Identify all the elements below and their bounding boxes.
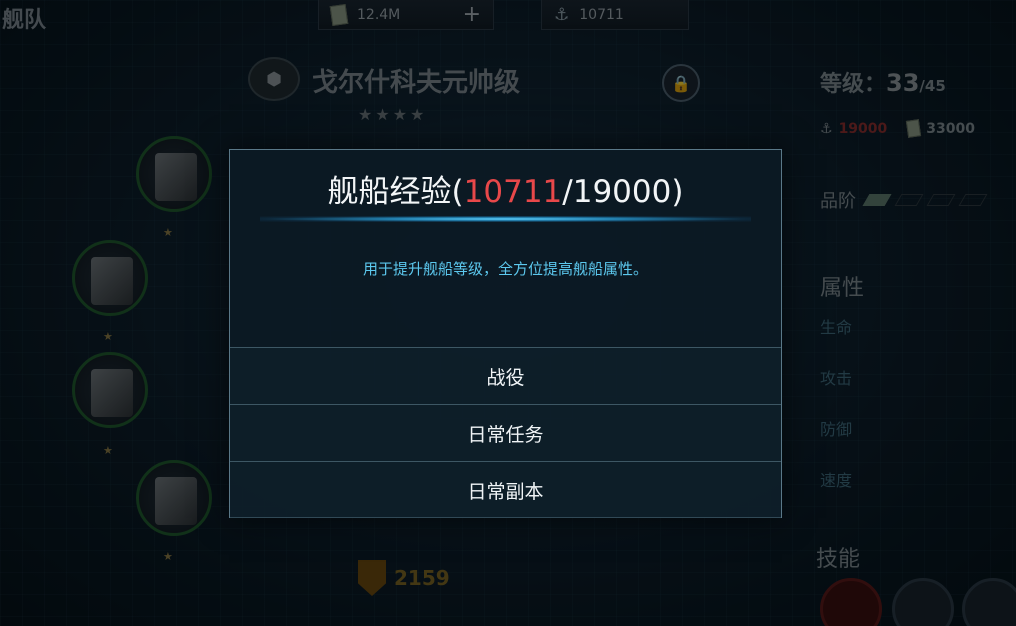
option-daily-dungeon[interactable]: 日常副本	[230, 461, 781, 518]
dialog-header: 舰船经验(10711/19000)	[230, 150, 781, 222]
option-daily-tasks[interactable]: 日常任务	[230, 404, 781, 461]
dialog-title-prefix: 舰船经验(	[327, 174, 464, 210]
option-campaign[interactable]: 战役	[230, 347, 781, 404]
exp-current: 10711	[463, 174, 563, 210]
option-label: 日常任务	[467, 423, 544, 446]
ship-exp-dialog: 舰船经验(10711/19000) 用于提升舰船等级，全方位提高舰船属性。 战役…	[229, 149, 782, 518]
option-label: 战役	[486, 366, 525, 389]
title-glow-divider	[260, 216, 751, 222]
option-label: 日常副本	[467, 480, 544, 503]
dialog-title: 舰船经验(10711/19000)	[230, 166, 781, 211]
exp-total: /19000)	[562, 174, 684, 210]
dialog-description: 用于提升舰船等级，全方位提高舰船属性。	[362, 260, 648, 278]
